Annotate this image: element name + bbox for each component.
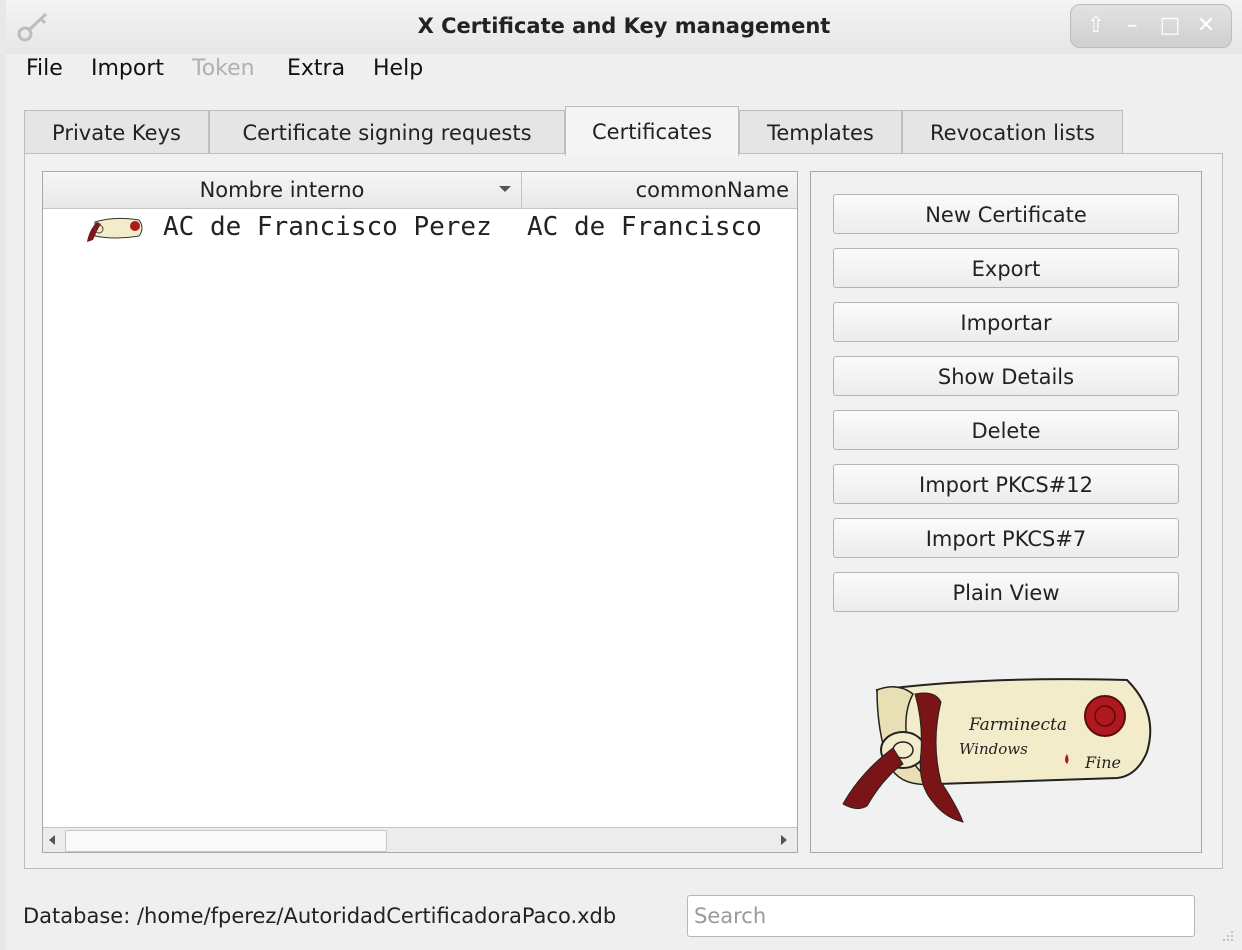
- cell-commonname: AC de Francisco: [527, 212, 762, 242]
- certificate-icon: [87, 217, 143, 242]
- importar-button[interactable]: Importar: [833, 302, 1179, 342]
- menu-extra[interactable]: Extra: [287, 56, 345, 81]
- search-input[interactable]: [687, 895, 1195, 937]
- window-controls: ⇧ – □ ✕: [1070, 4, 1232, 48]
- maximize-icon[interactable]: □: [1157, 13, 1183, 39]
- cell-nombre-interno: AC de Francisco Perez: [163, 212, 492, 242]
- list-header: Nombre interno commonName: [43, 172, 797, 209]
- logo-line-1: Farminecta: [968, 715, 1067, 735]
- resize-grip-icon[interactable]: [1220, 928, 1234, 942]
- certificate-scroll-logo: Farminecta Windows Fine: [842, 678, 1152, 823]
- import-pkcs7-button[interactable]: Import PKCS#7: [833, 518, 1179, 558]
- tab-certificate-signing-requests[interactable]: Certificate signing requests: [209, 110, 565, 154]
- logo-line-3: Fine: [1084, 753, 1121, 772]
- import-pkcs12-button[interactable]: Import PKCS#12: [833, 464, 1179, 504]
- tab-revocation-lists[interactable]: Revocation lists: [902, 110, 1123, 154]
- new-certificate-button[interactable]: New Certificate: [833, 194, 1179, 234]
- scrollbar-thumb[interactable]: [65, 830, 387, 852]
- menu-help[interactable]: Help: [373, 56, 423, 81]
- scroll-left-icon[interactable]: [49, 835, 55, 845]
- delete-button[interactable]: Delete: [833, 410, 1179, 450]
- show-details-button[interactable]: Show Details: [833, 356, 1179, 396]
- certificates-panel: Nombre interno commonName AC de Francisc…: [24, 153, 1223, 869]
- actions-panel: New Certificate Export Importar Show Det…: [810, 171, 1202, 853]
- menu-token: Token: [192, 56, 255, 81]
- menu-bar: File Import Token Extra Help: [6, 54, 1242, 88]
- sort-down-icon: [499, 186, 511, 192]
- tab-private-keys[interactable]: Private Keys: [24, 110, 209, 154]
- logo-line-2: Windows: [959, 740, 1028, 758]
- table-row[interactable]: AC de Francisco Perez AC de Francisco: [43, 210, 797, 244]
- minimize-icon[interactable]: –: [1119, 13, 1145, 39]
- menu-import[interactable]: Import: [91, 56, 164, 81]
- scroll-right-icon[interactable]: [781, 835, 787, 845]
- database-path-label: Database: /home/fperez/AutoridadCertific…: [23, 904, 617, 928]
- column-header-commonname[interactable]: commonName: [523, 172, 789, 208]
- certificate-list[interactable]: Nombre interno commonName AC de Francisc…: [42, 171, 798, 853]
- column-header-label: Nombre interno: [199, 178, 365, 202]
- status-bar: Database: /home/fperez/AutoridadCertific…: [6, 880, 1242, 950]
- column-header-nombre-interno[interactable]: Nombre interno: [43, 172, 522, 208]
- plain-view-button[interactable]: Plain View: [833, 572, 1179, 612]
- window-title: X Certificate and Key management: [417, 14, 831, 38]
- close-icon[interactable]: ✕: [1193, 13, 1219, 39]
- title-bar[interactable]: X Certificate and Key management ⇧ – □ ✕: [6, 0, 1242, 54]
- main-window: X Certificate and Key management ⇧ – □ ✕…: [6, 0, 1242, 950]
- horizontal-scrollbar[interactable]: [43, 827, 797, 852]
- tab-templates[interactable]: Templates: [739, 110, 902, 154]
- export-button[interactable]: Export: [833, 248, 1179, 288]
- keep-above-icon[interactable]: ⇧: [1083, 13, 1109, 39]
- menu-file[interactable]: File: [26, 56, 63, 81]
- tab-certificates[interactable]: Certificates: [565, 106, 739, 156]
